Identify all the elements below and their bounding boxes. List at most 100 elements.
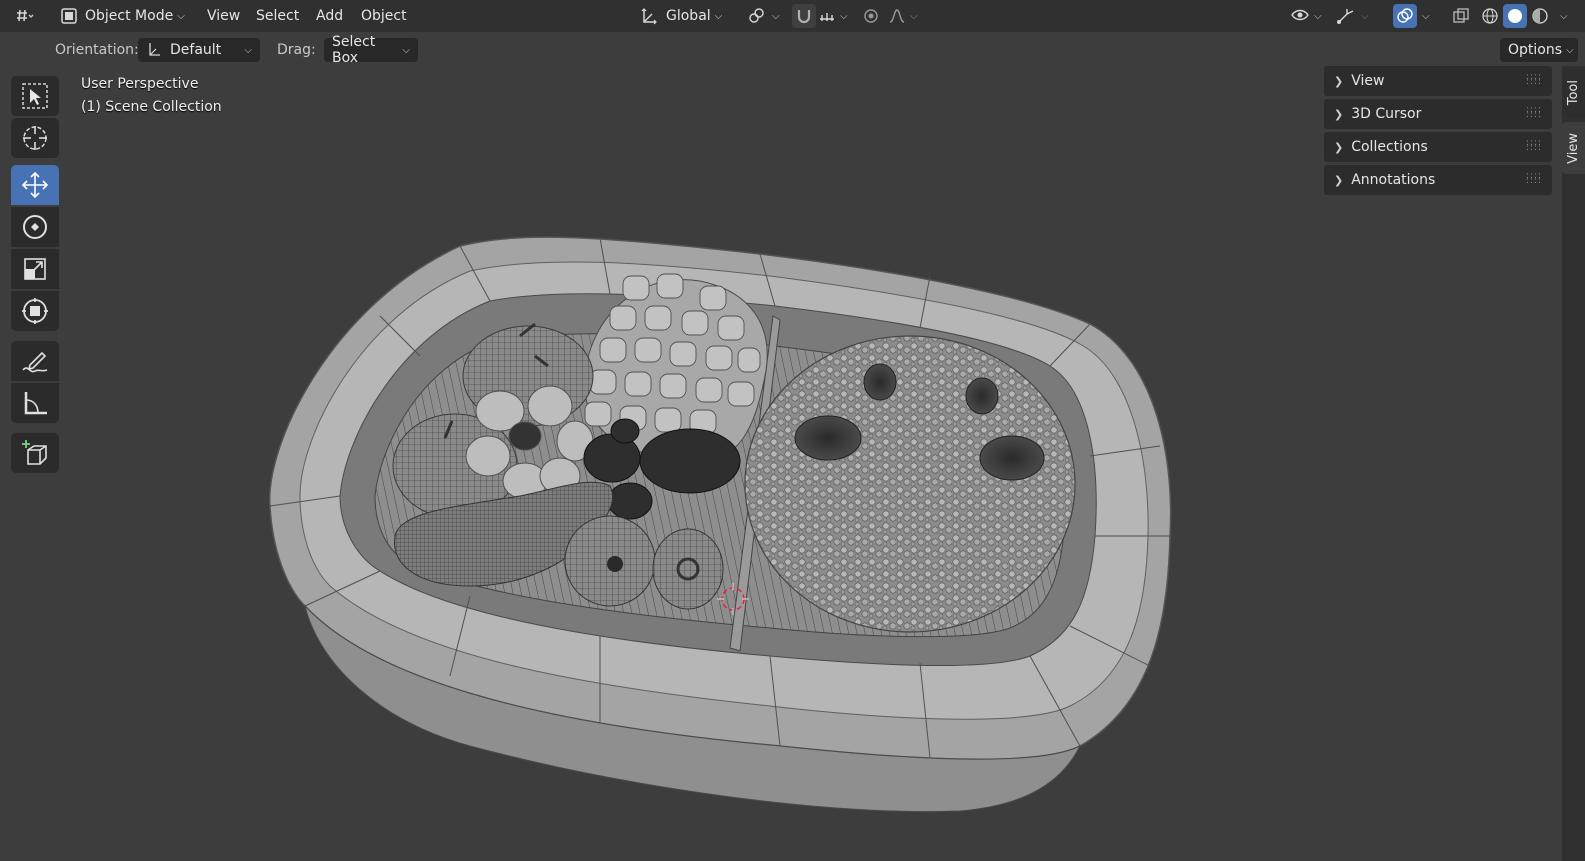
visibility-icon <box>1290 7 1310 25</box>
add-cube-icon <box>20 438 50 468</box>
chevron-down-icon: ⌵ <box>910 10 918 22</box>
npanel-section-annotations[interactable]: ❯ Annotations :::::::: <box>1324 165 1552 195</box>
chevron-down-icon: ⌵ <box>840 10 848 22</box>
tool-select-box[interactable] <box>11 76 59 116</box>
transform-orientation-dropdown[interactable]: Global ⌵ <box>640 4 736 28</box>
move-icon <box>20 170 50 200</box>
npanel-section-3d-cursor[interactable]: ❯ 3D Cursor :::::::: <box>1324 99 1552 129</box>
xray-icon <box>1452 7 1470 25</box>
solid-shading-button[interactable] <box>1503 4 1527 28</box>
visibility-dropdown[interactable]: ⌵ <box>1290 4 1326 28</box>
tool-move[interactable] <box>11 165 59 205</box>
orientation-dropdown[interactable]: Default ⌵ <box>138 38 260 62</box>
chevron-right-icon: ❯ <box>1334 107 1344 121</box>
object-mode-icon <box>60 7 78 25</box>
tool-measure[interactable] <box>11 383 59 423</box>
falloff-dropdown[interactable]: ⌵ <box>888 4 922 28</box>
chevron-right-icon: ❯ <box>1334 173 1344 187</box>
overlay-toggle[interactable] <box>1393 4 1417 28</box>
tool-settings-bar: Orientation: Default ⌵ Drag: Select Box … <box>0 32 1585 66</box>
tool-annotate[interactable] <box>11 341 59 381</box>
tool-add-cube[interactable] <box>11 433 59 473</box>
scale-icon <box>20 254 50 284</box>
tool-cursor[interactable] <box>11 118 59 158</box>
pivot-icon <box>748 7 768 25</box>
options-label: Options <box>1508 42 1563 58</box>
chevron-down-icon: ⌵ <box>177 10 185 22</box>
wireframe-shading-button[interactable] <box>1478 4 1502 28</box>
transform-orientation-label: Global <box>666 8 711 24</box>
overlay-dropdown[interactable]: ⌵ <box>1418 4 1438 28</box>
orientation-value: Default <box>170 42 222 58</box>
npanel-section-view[interactable]: ❯ View :::::::: <box>1324 66 1552 96</box>
select-box-icon <box>20 81 50 111</box>
proportional-edit-toggle[interactable] <box>862 4 886 28</box>
mode-dropdown[interactable]: Object Mode ⌵ <box>60 4 194 28</box>
npanel-section-collections[interactable]: ❯ Collections :::::::: <box>1324 132 1552 162</box>
magnet-icon <box>795 7 813 25</box>
snap-target-dropdown[interactable]: ⌵ <box>818 4 854 28</box>
overlay-icon <box>1396 7 1414 25</box>
measure-icon <box>20 388 50 418</box>
npanel-tab-label: Tool <box>1566 80 1581 106</box>
chevron-down-icon: ⌵ <box>1361 10 1369 22</box>
npanel-tab-strip <box>1562 66 1585 861</box>
transform-icon <box>20 296 50 326</box>
npanel-section-label: Collections <box>1351 139 1428 155</box>
tool-scale[interactable] <box>11 249 59 289</box>
chevron-right-icon: ❯ <box>1334 140 1344 154</box>
material-shading-icon <box>1531 7 1549 25</box>
shading-dropdown[interactable]: ⌵ <box>1556 4 1576 28</box>
material-shading-button[interactable] <box>1528 4 1552 28</box>
chevron-down-icon: ⌵ <box>1566 44 1574 56</box>
chevron-down-icon: ⌵ <box>1314 10 1322 22</box>
menu-add[interactable]: Add <box>316 4 343 28</box>
annotate-icon <box>20 346 50 376</box>
chevron-down-icon: ⌵ <box>402 44 410 56</box>
orientation-default-icon <box>146 42 162 58</box>
drag-dropdown[interactable]: Select Box ⌵ <box>324 34 418 66</box>
drag-grip-icon[interactable]: :::::::: <box>1526 73 1542 87</box>
grain-mound-model <box>744 335 1076 633</box>
chevron-down-icon: ⌵ <box>714 10 723 22</box>
menu-view[interactable]: View <box>207 4 240 28</box>
gizmo-dropdown[interactable]: ⌵ <box>1335 4 1375 28</box>
snap-toggle[interactable] <box>792 4 816 28</box>
wireframe-shading-icon <box>1481 7 1499 25</box>
menu-object[interactable]: Object <box>361 4 407 28</box>
chevron-right-icon: ❯ <box>1334 74 1344 88</box>
pivot-point-dropdown[interactable]: ⌵ <box>748 4 784 28</box>
chevron-down-icon: ⌵ <box>1422 10 1430 22</box>
viewport-perspective-label: User Perspective <box>81 76 199 92</box>
gizmo-icon <box>1335 7 1357 25</box>
menu-select[interactable]: Select <box>256 4 299 28</box>
xray-toggle[interactable] <box>1449 4 1473 28</box>
chevron-down-icon: ⌵ <box>244 44 252 56</box>
npanel-tab-view[interactable]: View <box>1562 122 1585 174</box>
drag-grip-icon[interactable]: :::::::: <box>1526 139 1542 153</box>
npanel-section-label: View <box>1351 73 1385 89</box>
transform-orientation-icon <box>640 7 658 25</box>
solid-shading-icon <box>1506 7 1524 25</box>
tool-rotate[interactable] <box>11 207 59 247</box>
npanel-section-label: Annotations <box>1351 172 1436 188</box>
npanel-tab-label: View <box>1566 132 1581 164</box>
options-dropdown[interactable]: Options ⌵ <box>1500 38 1578 62</box>
drag-label: Drag: <box>277 42 316 58</box>
drag-grip-icon[interactable]: :::::::: <box>1526 172 1542 186</box>
editor-type-3d-viewport-icon <box>14 7 34 25</box>
chevron-down-icon: ⌵ <box>1560 10 1568 22</box>
npanel-section-label: 3D Cursor <box>1351 106 1422 122</box>
editor-type-button[interactable] <box>14 4 50 28</box>
snap-increment-icon <box>818 7 836 25</box>
npanel-tab-tool[interactable]: Tool <box>1562 68 1585 118</box>
tool-transform[interactable] <box>11 291 59 331</box>
proportional-edit-icon <box>862 7 880 25</box>
rotate-icon <box>20 212 50 242</box>
viewport-collection-label: (1) Scene Collection <box>81 99 222 115</box>
falloff-curve-icon <box>888 7 906 25</box>
mode-label: Object Mode <box>85 8 174 24</box>
viewport-header: Object Mode ⌵ View Select Add Object Glo… <box>0 0 1585 32</box>
drag-grip-icon[interactable]: :::::::: <box>1526 106 1542 120</box>
cursor-icon <box>20 123 50 153</box>
